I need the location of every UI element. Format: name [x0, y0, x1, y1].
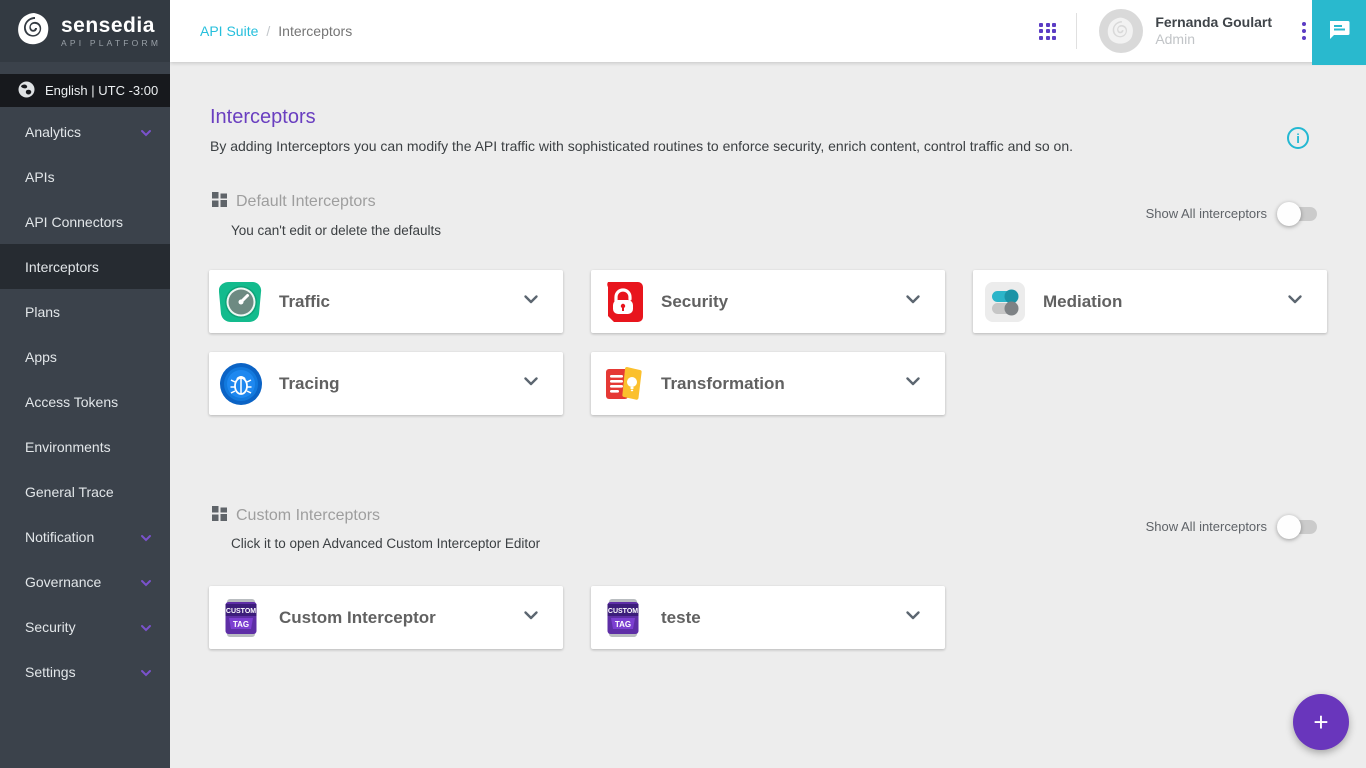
card-label: Tracing [279, 374, 519, 394]
kebab-menu-icon[interactable] [1298, 18, 1310, 44]
card-label: Security [661, 292, 901, 312]
brand-name: sensedia [61, 15, 161, 37]
card-label: Traffic [279, 292, 519, 312]
security-lock-icon [601, 280, 645, 324]
sidebar-item-access-tokens[interactable]: Access Tokens [0, 379, 170, 424]
section-title: Default Interceptors [236, 193, 376, 211]
show-all-toggle-default[interactable] [1281, 207, 1317, 221]
default-interceptors-header: Default Interceptors [212, 192, 376, 212]
grid-squares-icon [212, 506, 227, 526]
toggle-label: Show All interceptors [1146, 519, 1267, 534]
sidebar-item-plans[interactable]: Plans [0, 289, 170, 334]
toggle-label: Show All interceptors [1146, 206, 1267, 221]
sidebar-item-notification[interactable]: Notification [0, 514, 170, 559]
header-divider [1076, 13, 1077, 49]
sensedia-swirl-icon [16, 11, 52, 52]
chat-bubble-icon [1326, 17, 1352, 48]
chevron-down-icon [140, 126, 152, 138]
breadcrumb-current: Interceptors [278, 23, 352, 39]
chevron-down-icon[interactable] [519, 287, 543, 316]
traffic-gauge-icon [219, 280, 263, 324]
svg-text:TAG: TAG [615, 620, 631, 629]
default-interceptors-subtitle: You can't edit or delete the defaults [231, 223, 441, 238]
card-label: Custom Interceptor [279, 608, 519, 628]
user-role: Admin [1155, 31, 1272, 48]
globe-icon [18, 81, 35, 101]
sidebar-item-apis[interactable]: APIs [0, 154, 170, 199]
chevron-down-icon [140, 531, 152, 543]
svg-text:CUSTOM: CUSTOM [608, 608, 638, 615]
language-selector[interactable]: English | UTC -3:00 [0, 74, 170, 107]
sidebar-nav: Analytics APIs API Connectors Intercepto… [0, 109, 170, 694]
sidebar-item-governance[interactable]: Governance [0, 559, 170, 604]
show-all-toggle-row-custom: Show All interceptors [1146, 519, 1323, 534]
brand-tagline: API PLATFORM [61, 38, 161, 48]
chat-button[interactable] [1312, 0, 1366, 65]
chevron-down-icon[interactable] [901, 287, 925, 316]
main-content: Interceptors By adding Interceptors you … [170, 62, 1366, 768]
info-icon[interactable]: i [1287, 127, 1309, 149]
sidebar-item-api-connectors[interactable]: API Connectors [0, 199, 170, 244]
chevron-down-icon [140, 621, 152, 633]
tracing-bug-icon [219, 362, 263, 406]
show-all-toggle-custom[interactable] [1281, 520, 1317, 534]
chevron-down-icon[interactable] [901, 369, 925, 398]
chevron-down-icon [140, 666, 152, 678]
custom-interceptors-subtitle: Click it to open Advanced Custom Interce… [231, 536, 540, 551]
brand-logo[interactable]: sensedia API PLATFORM [0, 0, 170, 62]
sidebar-item-analytics[interactable]: Analytics [0, 109, 170, 154]
chevron-down-icon[interactable] [519, 603, 543, 632]
page-description: By adding Interceptors you can modify th… [210, 138, 1073, 154]
grid-squares-icon [212, 192, 227, 212]
interceptor-card-transformation[interactable]: Transformation [591, 352, 945, 415]
svg-text:CUSTOM: CUSTOM [226, 608, 256, 615]
top-header: API Suite / Interceptors Fernanda Goular… [170, 0, 1366, 62]
chevron-down-icon[interactable] [901, 603, 925, 632]
section-title: Custom Interceptors [236, 507, 380, 525]
breadcrumb: API Suite / Interceptors [200, 0, 352, 62]
user-name: Fernanda Goulart [1155, 14, 1272, 31]
sidebar-item-apps[interactable]: Apps [0, 334, 170, 379]
interceptor-card-mediation[interactable]: Mediation [973, 270, 1327, 333]
card-label: teste [661, 608, 901, 628]
language-label: English | UTC -3:00 [45, 83, 158, 98]
show-all-toggle-row-default: Show All interceptors [1146, 206, 1323, 221]
sidebar-item-general-trace[interactable]: General Trace [0, 469, 170, 514]
interceptor-card-tracing[interactable]: Tracing [209, 352, 563, 415]
custom-tag-icon: CUSTOM TAG [601, 596, 645, 640]
card-label: Transformation [661, 374, 901, 394]
apps-grid-icon[interactable] [1039, 23, 1056, 40]
add-interceptor-fab[interactable]: + [1293, 694, 1349, 750]
chevron-down-icon [140, 576, 152, 588]
custom-tag-icon: CUSTOM TAG [219, 596, 263, 640]
transformation-doc-icon [601, 362, 645, 406]
breadcrumb-api-suite[interactable]: API Suite [200, 23, 258, 39]
svg-text:TAG: TAG [233, 620, 249, 629]
interceptor-card-security[interactable]: Security [591, 270, 945, 333]
mediation-toggles-icon [983, 280, 1027, 324]
breadcrumb-separator: / [266, 23, 270, 39]
custom-interceptors-header: Custom Interceptors [212, 506, 380, 526]
interceptor-card-teste[interactable]: CUSTOM TAG teste [591, 586, 945, 649]
sidebar: sensedia API PLATFORM English | UTC -3:0… [0, 0, 170, 768]
avatar[interactable] [1099, 9, 1143, 53]
chevron-down-icon[interactable] [1283, 287, 1307, 316]
interceptor-card-custom-interceptor[interactable]: CUSTOM TAG Custom Interceptor [209, 586, 563, 649]
sidebar-item-security[interactable]: Security [0, 604, 170, 649]
interceptor-card-traffic[interactable]: Traffic [209, 270, 563, 333]
sidebar-item-settings[interactable]: Settings [0, 649, 170, 694]
sidebar-item-environments[interactable]: Environments [0, 424, 170, 469]
page-title: Interceptors [210, 106, 316, 129]
chevron-down-icon[interactable] [519, 369, 543, 398]
card-label: Mediation [1043, 292, 1283, 312]
sidebar-item-interceptors[interactable]: Interceptors [0, 244, 170, 289]
